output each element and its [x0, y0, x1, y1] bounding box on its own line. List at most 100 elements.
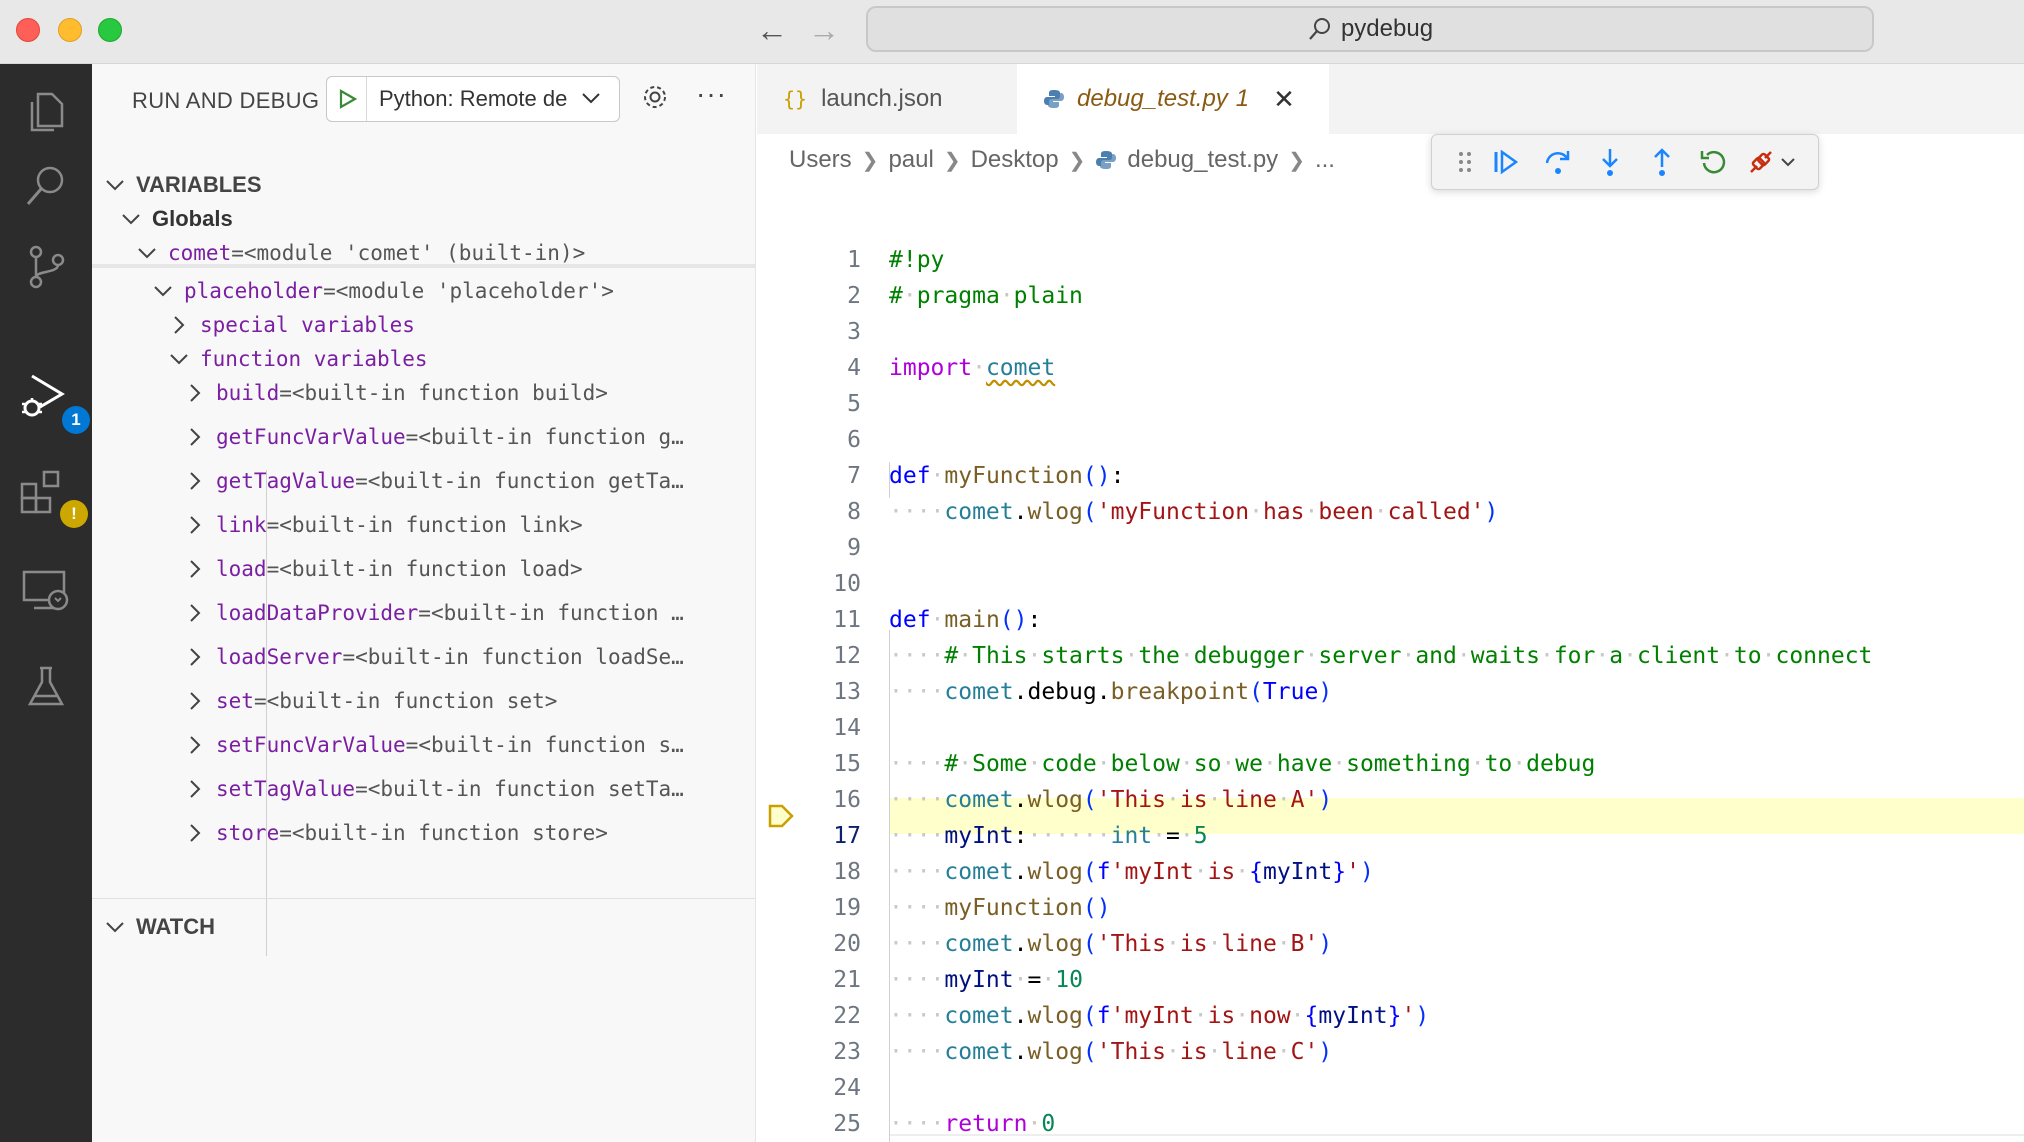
- explorer-icon[interactable]: [18, 84, 74, 140]
- chevron-down-icon: [104, 916, 126, 938]
- variable-value: <built-in function …: [430, 601, 684, 625]
- line-number: 5: [847, 391, 861, 417]
- function-variable-row[interactable]: build = <built-in function build>: [92, 372, 756, 414]
- variable-value: <built-in function build>: [291, 381, 608, 405]
- gear-icon[interactable]: [640, 82, 670, 117]
- code-line-17[interactable]: ···· myInt: ······ int · = · 5: [889, 818, 1208, 854]
- code-line-11[interactable]: def · main():: [889, 602, 1041, 638]
- activity-bar: 1 !: [0, 64, 92, 1142]
- variable-value: <built-in function load>: [279, 557, 583, 581]
- chevron-right-icon: [184, 470, 206, 492]
- chevron-right-icon: [184, 602, 206, 624]
- code-line-18[interactable]: ···· comet. wlog(f'myInt·is·{myInt} '): [889, 854, 1374, 890]
- close-window-button[interactable]: [16, 18, 40, 42]
- function-variable-row[interactable]: loadDataProvider = <built-in function …: [92, 592, 756, 634]
- variable-name: loadServer: [216, 645, 343, 669]
- code-line-21[interactable]: ···· myInt · = · 10: [889, 962, 1083, 998]
- code-line-4[interactable]: import · comet: [889, 350, 1055, 386]
- sidebar-title: RUN AND DEBUG: [132, 88, 320, 113]
- variables-title: VARIABLES: [136, 172, 262, 197]
- testing-icon[interactable]: [18, 658, 74, 714]
- minimize-window-button[interactable]: [58, 18, 82, 42]
- variable-value: <built-in function link>: [279, 513, 583, 537]
- chevron-down-icon: [104, 174, 126, 196]
- line-number: 10: [833, 571, 861, 597]
- forward-arrow-icon[interactable]: →: [808, 14, 840, 46]
- code-line-16[interactable]: ···· comet. wlog('This·is·line·A'): [889, 782, 1332, 818]
- command-center-label: pydebug: [1340, 15, 1434, 42]
- warning-icon: !: [60, 500, 88, 528]
- code-line-1[interactable]: #!py: [889, 242, 944, 278]
- variable-name: load: [216, 557, 267, 581]
- line-number: 1: [847, 247, 861, 273]
- more-actions-icon[interactable]: ···: [696, 78, 727, 110]
- play-icon: [339, 89, 357, 109]
- line-number: 15: [833, 751, 861, 777]
- variable-value: <module 'comet' (built-in)>: [243, 241, 586, 265]
- extensions-icon[interactable]: !: [18, 466, 88, 528]
- breakpoint-current-frame-icon[interactable]: [767, 800, 795, 837]
- code-line-8[interactable]: ···· comet. wlog('myFunction·has·been·call…: [889, 494, 1498, 530]
- code-line-25[interactable]: ···· return · 0: [889, 1106, 1055, 1142]
- chevron-right-icon: [184, 382, 206, 404]
- line-number: 17: [833, 823, 861, 849]
- variable-name: setFuncVarValue: [216, 733, 406, 757]
- function-variable-row[interactable]: store = <built-in function store>: [92, 812, 756, 854]
- code-line-2[interactable]: #·pragma·plain: [889, 278, 1083, 314]
- code-line-20[interactable]: ···· comet. wlog('This·is·line·B'): [889, 926, 1332, 962]
- variable-value: <built-in function setTa…: [367, 777, 684, 801]
- function-variable-row[interactable]: getFuncVarValue = <built-in function g…: [92, 416, 756, 458]
- title-bar: ← → pydebug: [0, 0, 2024, 64]
- line-number: 21: [833, 967, 861, 993]
- launch-config-label: Python: Remote de: [379, 86, 568, 111]
- search-icon[interactable]: [18, 158, 74, 214]
- search-icon: [1309, 18, 1330, 40]
- code-line-13[interactable]: ···· comet .debug. breakpoint(True): [889, 674, 1332, 710]
- remote-explorer-icon[interactable]: [18, 562, 74, 618]
- sticky-scroll-shadow: [92, 264, 756, 268]
- variable-equals: =: [418, 601, 431, 625]
- chevron-down-icon: [136, 242, 158, 264]
- code-line-12[interactable]: ···· #·This·starts·the·debugger·server·an…: [889, 638, 1872, 674]
- function-variable-row[interactable]: load = <built-in function load>: [92, 548, 756, 590]
- code-line-23[interactable]: ···· comet. wlog('This·is·line·C'): [889, 1034, 1332, 1070]
- chevron-down-icon: [152, 280, 174, 302]
- back-arrow-icon[interactable]: ←: [756, 14, 788, 46]
- function-variable-row[interactable]: setFuncVarValue = <built-in function s…: [92, 724, 756, 766]
- launch-configuration-dropdown[interactable]: Python: Remote de: [326, 76, 620, 122]
- code-line-15[interactable]: ···· #·Some·code·below·so·we·have·somethi…: [889, 746, 1595, 782]
- code-line-22[interactable]: ···· comet. wlog(f'myInt·is·now·{myInt} '): [889, 998, 1429, 1034]
- watch-section-header[interactable]: WATCH: [92, 906, 756, 948]
- start-debugging-button[interactable]: [327, 77, 367, 121]
- variable-name: loadDataProvider: [216, 601, 419, 625]
- code-line-7[interactable]: def · myFunction():: [889, 458, 1124, 494]
- command-center-search[interactable]: pydebug: [866, 6, 1874, 52]
- source-control-icon[interactable]: [18, 238, 74, 294]
- line-number: 6: [847, 427, 861, 453]
- group-label: special variables: [200, 313, 415, 337]
- code-editor[interactable]: 1 2 3 4 5 6 7 8 9 10 11 12 13 14 15 16 17 18 19 20 21 22 23 24 2…: [757, 64, 2024, 1142]
- watch-title: WATCH: [136, 914, 216, 939]
- function-variable-row[interactable]: getTagValue = <built-in function getTa…: [92, 460, 756, 502]
- variable-value: <built-in function set>: [266, 689, 558, 713]
- variable-value: <built-in function store>: [291, 821, 608, 845]
- editor-area: {} launch.json debug_test.py 1 ✕ Users ❯…: [757, 64, 2024, 1142]
- function-variable-row[interactable]: loadServer = <built-in function loadSe…: [92, 636, 756, 678]
- line-number: 24: [833, 1075, 861, 1101]
- function-variable-row[interactable]: link = <built-in function link>: [92, 504, 756, 546]
- maximize-window-button[interactable]: [98, 18, 122, 42]
- function-variable-row[interactable]: setTagValue = <built-in function setTa…: [92, 768, 756, 810]
- chevron-down-icon: [120, 208, 142, 230]
- chevron-right-icon: [184, 514, 206, 536]
- code-line-19[interactable]: ···· myFunction(): [889, 890, 1111, 926]
- run-and-debug-icon[interactable]: 1: [18, 370, 90, 434]
- variable-equals: =: [405, 425, 419, 449]
- variable-name: set: [216, 689, 254, 713]
- line-number: 7: [847, 463, 861, 489]
- variable-value: <built-in function g…: [418, 425, 684, 449]
- variable-name: link: [216, 513, 267, 537]
- variable-name: store: [216, 821, 280, 845]
- function-variable-row[interactable]: set = <built-in function set>: [92, 680, 756, 722]
- cursor-line: [889, 1134, 2024, 1142]
- line-number: 25: [833, 1111, 861, 1137]
